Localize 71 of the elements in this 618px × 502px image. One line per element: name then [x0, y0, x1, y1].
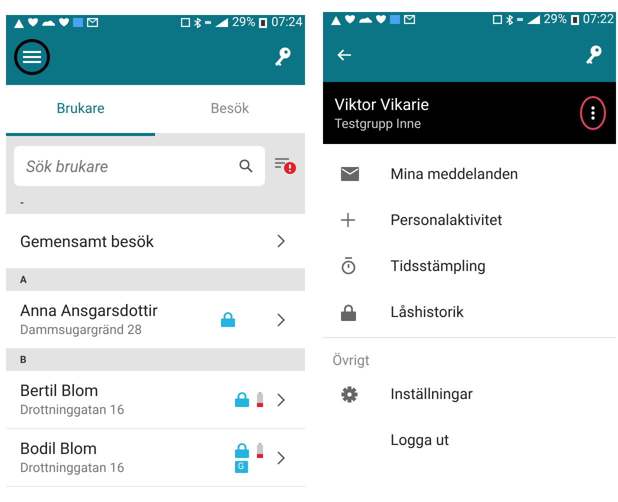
- cast-icon: [492, 15, 502, 24]
- plus-icon: [340, 213, 354, 227]
- person-name: Bodil Blom: [20, 439, 98, 458]
- menu-item[interactable]: Tidsstämpling: [322, 243, 616, 289]
- section-header: Övrigt: [332, 353, 370, 369]
- mobile-data-icon: [516, 18, 523, 21]
- cloud-icon: [358, 16, 372, 22]
- person-name: Bertil Blom: [20, 381, 100, 400]
- section-header: A: [20, 274, 27, 286]
- mobile-data-icon: [205, 21, 212, 24]
- key-icon[interactable]: [272, 47, 290, 68]
- person-name: Gemensamt besök: [20, 232, 155, 251]
- lock-icon: [234, 442, 248, 458]
- chevron-icon: [276, 312, 284, 327]
- menu-button[interactable]: [14, 39, 50, 76]
- cloud-icon: [42, 20, 55, 26]
- user-name: Viktor Vikarie: [334, 94, 429, 114]
- menu-item[interactable]: Inställningar: [322, 371, 616, 417]
- battery-percentage: 29%: [544, 12, 567, 27]
- status-time: 07:22: [582, 12, 614, 27]
- group-lock-icon: G: [234, 460, 248, 473]
- menu-item[interactable]: Låshistorik: [322, 289, 616, 335]
- search-icon: [239, 159, 253, 174]
- chevron-icon: [276, 234, 284, 248]
- low-battery-icon: [256, 442, 262, 458]
- chevron-icon: [276, 392, 284, 407]
- key-icon[interactable]: [584, 44, 602, 64]
- low-battery-icon: [256, 392, 262, 408]
- battery-percentage: 29%: [232, 15, 256, 30]
- menu-icon: [23, 50, 41, 64]
- app-icon: [390, 15, 400, 24]
- lock-icon: [234, 392, 248, 408]
- battery-icon: [259, 17, 268, 28]
- signal-icon: [215, 18, 228, 27]
- lock-icon: [220, 312, 234, 328]
- lock-icon: [340, 304, 356, 320]
- status-time: 07:24: [271, 15, 302, 30]
- address: Drottninggatan 16: [20, 461, 126, 476]
- filter-button[interactable]: [275, 157, 297, 176]
- settings-icon: [340, 386, 358, 402]
- back-arrow-icon: [336, 48, 350, 60]
- signal-icon: [526, 15, 540, 24]
- chevron-icon: [276, 450, 284, 465]
- warning-icon: [330, 14, 340, 24]
- address: Drottninggatan 16: [20, 403, 126, 418]
- heart-icon: [376, 15, 386, 24]
- section-header: B: [20, 354, 26, 366]
- section-header: -: [20, 198, 24, 209]
- more-icon: [591, 106, 595, 120]
- menu-item[interactable]: Logga ut: [322, 417, 616, 463]
- warning-icon: [14, 18, 24, 28]
- menu-item[interactable]: Personalaktivitet: [322, 197, 616, 243]
- menu-item[interactable]: Mina meddelanden: [322, 151, 616, 197]
- person-name: Anna Ansgarsdottir: [20, 301, 159, 320]
- heart-icon: [344, 15, 354, 24]
- heart-icon: [28, 18, 38, 27]
- envelope-icon: [340, 167, 358, 181]
- heart-icon: [59, 18, 69, 27]
- bluetooth-icon: [194, 18, 202, 28]
- cast-icon: [181, 18, 190, 27]
- search-field[interactable]: Sök brukare: [14, 146, 265, 186]
- filter-icon: [275, 157, 297, 176]
- more-button[interactable]: [580, 96, 606, 130]
- stopwatch-icon: [340, 257, 356, 275]
- mail-icon: [404, 15, 414, 24]
- app-icon: [73, 18, 83, 27]
- user-group: Testgrupp Inne: [334, 116, 429, 132]
- address: Dammsugargränd 28: [20, 323, 143, 338]
- bluetooth-icon: [506, 14, 513, 24]
- battery-icon: [570, 14, 579, 25]
- mail-icon: [87, 18, 98, 27]
